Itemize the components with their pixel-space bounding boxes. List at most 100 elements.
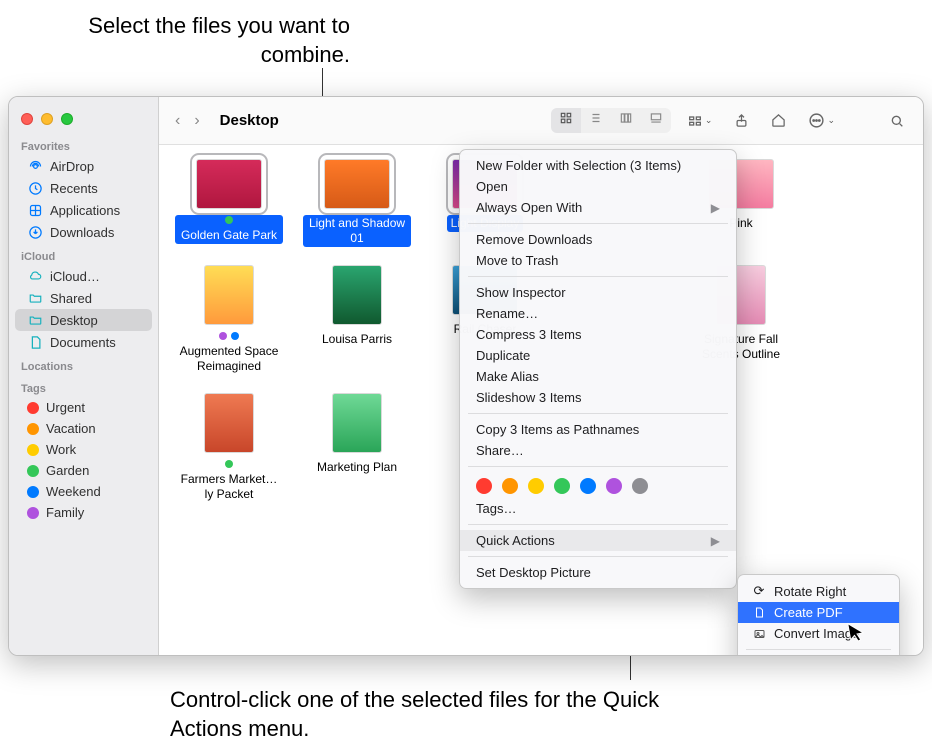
- file-label: Light and Shadow 01: [303, 215, 411, 247]
- sidebar-item-label: Family: [46, 505, 84, 520]
- menu-item-duplicate[interactable]: Duplicate: [460, 345, 736, 366]
- file-item[interactable]: Augmented Space Reimagined: [175, 265, 283, 375]
- view-gallery[interactable]: [641, 108, 671, 133]
- sidebar-item-airdrop[interactable]: AirDrop: [15, 155, 152, 177]
- menu-item-always-open-with[interactable]: Always Open With ▶: [460, 197, 736, 218]
- file-label: Louisa Parris: [318, 331, 396, 348]
- nav-arrows: ‹ ›: [171, 110, 204, 132]
- menu-item-label: Set Desktop Picture: [476, 565, 591, 580]
- menu-separator: [468, 466, 728, 467]
- menu-item-label: Share…: [476, 443, 524, 458]
- menu-item-label: Always Open With: [476, 200, 582, 215]
- sidebar-item-applications[interactable]: Applications: [15, 199, 152, 221]
- sidebar-item-label: iCloud…: [50, 269, 100, 284]
- window-title: Desktop: [220, 112, 279, 129]
- tag-dot-icon: [27, 507, 39, 519]
- sidebar-tag-work[interactable]: Work: [15, 439, 152, 460]
- back-button[interactable]: ‹: [171, 110, 184, 132]
- chevron-right-icon: ▶: [711, 201, 720, 215]
- zoom-window-button[interactable]: [61, 113, 73, 125]
- menu-item-copy-pathnames[interactable]: Copy 3 Items as Pathnames: [460, 419, 736, 440]
- menu-separator: [468, 276, 728, 277]
- chevron-right-icon: ▶: [711, 534, 720, 548]
- file-grid: Golden Gate Park Light and Shadow 01 Lig…: [159, 145, 923, 655]
- tag-dot-icon: [27, 444, 39, 456]
- submenu-item-convert-image[interactable]: Convert Image: [738, 623, 899, 644]
- menu-item-remove-downloads[interactable]: Remove Downloads: [460, 229, 736, 250]
- more-button[interactable]: ⌄: [802, 108, 841, 133]
- sidebar-item-label: Urgent: [46, 400, 85, 415]
- close-window-button[interactable]: [21, 113, 33, 125]
- tag-dot-icon: [27, 465, 39, 477]
- sidebar-item-label: Downloads: [50, 225, 114, 240]
- file-name-text: Augmented Space Reimagined: [179, 344, 279, 374]
- menu-item-make-alias[interactable]: Make Alias: [460, 366, 736, 387]
- tag-color-green[interactable]: [554, 478, 570, 494]
- menu-item-new-folder[interactable]: New Folder with Selection (3 Items): [460, 155, 736, 176]
- sidebar-tag-garden[interactable]: Garden: [15, 460, 152, 481]
- view-columns[interactable]: [611, 108, 641, 133]
- file-name-text: Farmers Market…ly Packet: [179, 472, 279, 502]
- tag-color-orange[interactable]: [502, 478, 518, 494]
- menu-separator: [468, 524, 728, 525]
- tag-dot-icon: [27, 402, 39, 414]
- sidebar-tag-urgent[interactable]: Urgent: [15, 397, 152, 418]
- menu-item-move-to-trash[interactable]: Move to Trash: [460, 250, 736, 271]
- sidebar-item-label: Garden: [46, 463, 89, 478]
- tag-color-purple[interactable]: [606, 478, 622, 494]
- menu-item-label: Open: [476, 179, 508, 194]
- sidebar-item-documents[interactable]: Documents: [15, 331, 152, 353]
- menu-item-label: Move to Trash: [476, 253, 558, 268]
- search-button[interactable]: [883, 109, 911, 133]
- file-item[interactable]: Farmers Market…ly Packet: [175, 393, 283, 503]
- menu-item-label: Copy 3 Items as Pathnames: [476, 422, 639, 437]
- sidebar-item-recents[interactable]: Recents: [15, 177, 152, 199]
- forward-button[interactable]: ›: [190, 110, 203, 132]
- sidebar-item-shared[interactable]: Shared: [15, 287, 152, 309]
- file-item[interactable]: Golden Gate Park: [175, 159, 283, 247]
- menu-item-tags[interactable]: Tags…: [460, 498, 736, 519]
- image-icon: [752, 628, 766, 640]
- tag-color-red[interactable]: [476, 478, 492, 494]
- tag-color-yellow[interactable]: [528, 478, 544, 494]
- file-item[interactable]: Marketing Plan: [303, 393, 411, 503]
- menu-item-set-desktop-picture[interactable]: Set Desktop Picture: [460, 562, 736, 583]
- group-button[interactable]: ⌄: [681, 109, 719, 133]
- menu-item-share[interactable]: Share…: [460, 440, 736, 461]
- menu-item-compress[interactable]: Compress 3 Items: [460, 324, 736, 345]
- sidebar-item-desktop[interactable]: Desktop: [15, 309, 152, 331]
- tag-dot-icon: [231, 332, 239, 340]
- menu-item-label: Show Inspector: [476, 285, 566, 300]
- view-list[interactable]: [581, 108, 611, 133]
- submenu-item-create-pdf[interactable]: Create PDF: [738, 602, 899, 623]
- file-item[interactable]: Light and Shadow 01: [303, 159, 411, 247]
- sidebar-item-iclouddrive[interactable]: iCloud…: [15, 265, 152, 287]
- share-button[interactable]: [728, 109, 755, 132]
- menu-item-label: Slideshow 3 Items: [476, 390, 582, 405]
- applications-icon: [27, 202, 43, 218]
- menu-item-open[interactable]: Open: [460, 176, 736, 197]
- sidebar-tag-vacation[interactable]: Vacation: [15, 418, 152, 439]
- menu-item-rename[interactable]: Rename…: [460, 303, 736, 324]
- menu-item-slideshow[interactable]: Slideshow 3 Items: [460, 387, 736, 408]
- sidebar-header-icloud: iCloud: [9, 243, 158, 265]
- sidebar-item-label: Documents: [50, 335, 116, 350]
- menu-item-label: Quick Actions: [476, 533, 555, 548]
- tag-color-blue[interactable]: [580, 478, 596, 494]
- rotate-icon: ⟳: [752, 583, 766, 599]
- menu-item-label: Rename…: [476, 306, 538, 321]
- minimize-window-button[interactable]: [41, 113, 53, 125]
- file-item[interactable]: Louisa Parris: [303, 265, 411, 375]
- sidebar-tag-weekend[interactable]: Weekend: [15, 481, 152, 502]
- airdrop-icon: [27, 158, 43, 174]
- tag-button[interactable]: [765, 109, 792, 132]
- view-icon-grid[interactable]: [551, 108, 581, 133]
- sidebar-tag-family[interactable]: Family: [15, 502, 152, 523]
- menu-item-show-inspector[interactable]: Show Inspector: [460, 282, 736, 303]
- sidebar-item-downloads[interactable]: Downloads: [15, 221, 152, 243]
- submenu-item-customize[interactable]: Customize…: [738, 655, 899, 656]
- document-icon: [752, 606, 766, 619]
- submenu-item-rotate-right[interactable]: ⟳ Rotate Right: [738, 580, 899, 602]
- menu-item-quick-actions[interactable]: Quick Actions ▶: [460, 530, 736, 551]
- tag-color-gray[interactable]: [632, 478, 648, 494]
